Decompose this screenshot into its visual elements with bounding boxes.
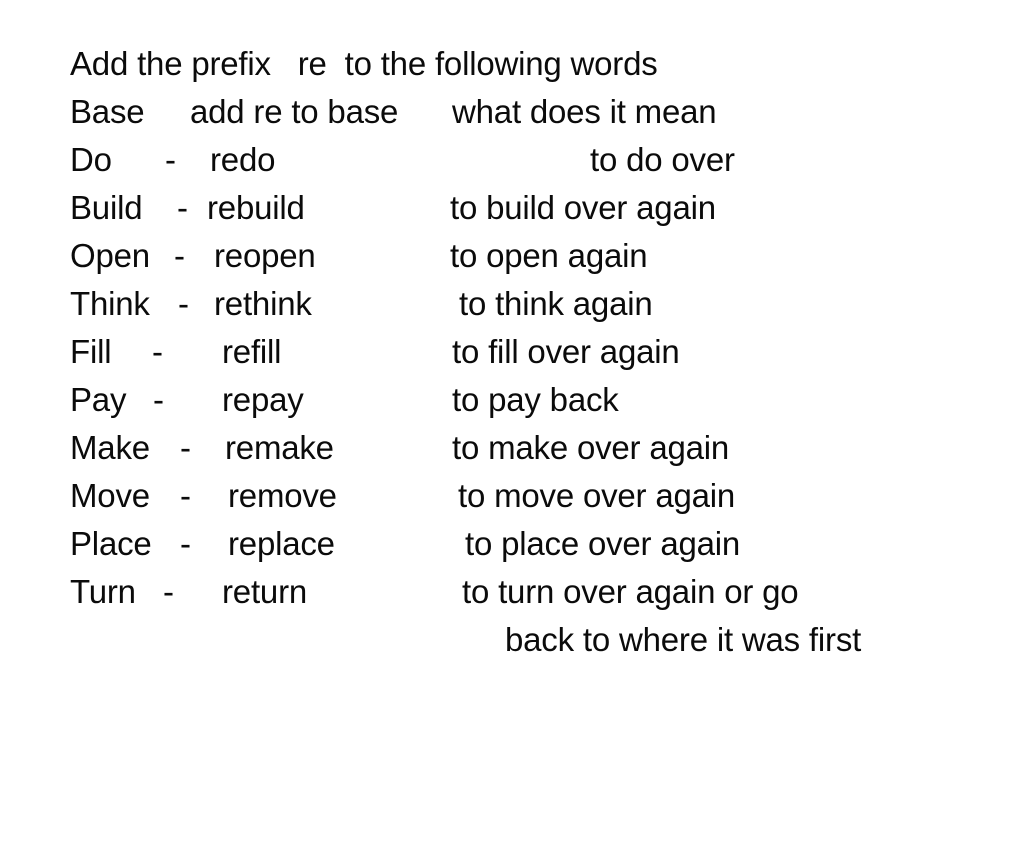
row-base-word: Pay <box>70 381 127 418</box>
row-dash: - <box>163 573 174 610</box>
instruction-line: Add the prefix re to the following words <box>0 40 1024 88</box>
header-prefixed: add re to base <box>190 93 399 130</box>
row-meaning: to place over again <box>465 525 741 562</box>
row-dash: - <box>152 333 163 370</box>
row-base-word: Build <box>70 189 143 226</box>
row-dash: - <box>165 141 176 178</box>
word-row: Pay - repay to pay back <box>0 376 1024 424</box>
word-row: Open - reopen to open again <box>0 232 1024 280</box>
row-base-word: Think <box>70 285 150 322</box>
row-prefixed-word: remake <box>225 429 334 466</box>
column-header-row: Base add re to base what does it mean <box>0 88 1024 136</box>
word-row: Fill - refill to fill over again <box>0 328 1024 376</box>
row-meaning: to turn over again or go <box>462 573 799 610</box>
row-prefixed-word: reopen <box>214 237 316 274</box>
row-prefixed-word: redo <box>210 141 276 178</box>
row-dash: - <box>178 285 189 322</box>
instruction-text: Add the prefix re to the following words <box>70 45 658 82</box>
row-dash: - <box>174 237 185 274</box>
row-meaning: to do over <box>590 141 735 178</box>
row-base-word: Do <box>70 141 112 178</box>
row-dash: - <box>180 429 191 466</box>
word-row: Do - redo to do over <box>0 136 1024 184</box>
row-meaning: to think again <box>459 285 653 322</box>
row-dash: - <box>180 525 191 562</box>
row-base-word: Open <box>70 237 150 274</box>
row-prefixed-word: replace <box>228 525 335 562</box>
word-row: Turn - return to turn over again or go <box>0 568 1024 616</box>
row-prefixed-word: rethink <box>214 285 312 322</box>
row-prefixed-word: remove <box>228 477 337 514</box>
row-dash: - <box>153 381 164 418</box>
row-meaning: to pay back <box>452 381 619 418</box>
row-base-word: Make <box>70 429 150 466</box>
header-base: Base <box>70 93 145 130</box>
word-row: Think - rethink to think again <box>0 280 1024 328</box>
row-meaning: to build over again <box>450 189 716 226</box>
slide-canvas: Add the prefix re to the following words… <box>0 0 1024 768</box>
row-meaning: to fill over again <box>452 333 680 370</box>
row-prefixed-word: return <box>222 573 308 610</box>
meaning-continuation-text: back to where it was first <box>505 621 862 658</box>
row-dash: - <box>177 189 188 226</box>
row-meaning: to move over again <box>458 477 736 514</box>
row-prefixed-word: rebuild <box>207 189 305 226</box>
word-row: Make - remake to make over again <box>0 424 1024 472</box>
row-prefixed-word: repay <box>222 381 304 418</box>
row-dash: - <box>180 477 191 514</box>
meaning-continuation-row: back to where it was first <box>0 616 1024 664</box>
word-row: Move - remove to move over again <box>0 472 1024 520</box>
row-meaning: to make over again <box>452 429 730 466</box>
header-meaning: what does it mean <box>452 93 717 130</box>
row-base-word: Turn <box>70 573 136 610</box>
row-meaning: to open again <box>450 237 648 274</box>
row-base-word: Fill <box>70 333 112 370</box>
row-base-word: Place <box>70 525 152 562</box>
row-prefixed-word: refill <box>222 333 282 370</box>
word-row: Place - replace to place over again <box>0 520 1024 568</box>
word-row: Build - rebuild to build over again <box>0 184 1024 232</box>
row-base-word: Move <box>70 477 150 514</box>
